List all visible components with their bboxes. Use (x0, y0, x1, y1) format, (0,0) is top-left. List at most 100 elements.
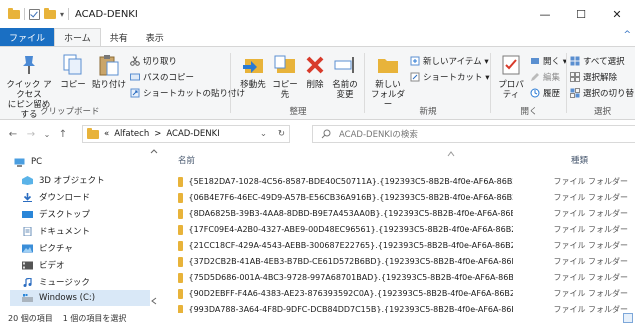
file-type: ファイル フォルダー (553, 289, 628, 298)
search-input[interactable]: ACAD-DENKIの検索 (312, 125, 635, 143)
close-button[interactable]: ✕ (599, 0, 635, 28)
tab-file[interactable]: ファイル (0, 28, 55, 46)
file-row[interactable]: {5E182DA7-1028-4C56-8587-BDE40C50711A}.{… (168, 174, 628, 189)
breadcrumb-overflow[interactable]: « (104, 129, 109, 139)
group-separator (230, 53, 231, 113)
documents-icon (23, 226, 32, 236)
nav-scroll-left-icon[interactable] (148, 295, 160, 307)
rename-button[interactable]: 名前の 変更 (330, 53, 360, 100)
details-view-icon[interactable] (623, 313, 633, 323)
file-type: ファイル フォルダー (553, 241, 628, 250)
invert-selection-icon (570, 88, 580, 98)
move-to-button[interactable]: 移動先 (238, 53, 268, 90)
delete-icon (303, 53, 327, 77)
address-dropdown-icon[interactable]: ⌄ (260, 129, 267, 139)
nav-item-videos[interactable]: ビデオ (22, 257, 65, 273)
copy-to-button[interactable]: コピー先 (270, 53, 300, 100)
address-bar-row: ← → ⌄ ↑ « Alfatech > ACAD-DENKI ⌄ ↻ ACAD… (0, 121, 635, 147)
edit-button[interactable]: 編集 (530, 71, 560, 83)
copy-to-label: コピー先 (272, 80, 298, 100)
clipboard-group-label: クリップボード (40, 107, 100, 117)
minimize-button[interactable]: — (527, 0, 563, 28)
organize-group: 移動先 コピー先 削除 名前の 変更 整理 (234, 49, 362, 119)
collapse-ribbon-icon[interactable]: ^ (623, 30, 631, 40)
file-row[interactable]: {17FC09E4-A2B0-4327-ABE9-00D48EC96561}.{… (168, 222, 628, 237)
history-button[interactable]: 履歴 (530, 87, 560, 99)
nav-item-3d-objects[interactable]: 3D オブジェクト (22, 172, 105, 188)
select-all-button[interactable]: すべて選択 (570, 55, 625, 67)
up-button[interactable]: ↑ (56, 129, 70, 140)
recent-locations-button[interactable]: ⌄ (40, 130, 54, 139)
nav-item-desktop[interactable]: デスクトップ (22, 206, 90, 222)
file-row[interactable]: {90D2EBFF-F4A6-4383-AE23-876393592C0A}.{… (168, 286, 628, 301)
select-none-icon (570, 72, 580, 82)
easy-access-button[interactable]: ショートカット ▾ (410, 71, 489, 83)
file-row[interactable]: {06B4E7F6-46EC-49D9-A57B-E56CB36A916B}.{… (168, 190, 628, 205)
tab-home[interactable]: ホーム (54, 28, 101, 46)
clipboard-group: クイック アクセス にピン留めする コピー 貼り付け 切り取り パスのコピー シ… (0, 49, 245, 120)
status-bar: 20 個の項目 1 個の項目を選択 (0, 313, 635, 324)
select-none-label: 選択解除 (583, 73, 618, 83)
delete-label: 削除 (306, 80, 324, 90)
folder-icon[interactable] (8, 7, 20, 19)
maximize-button[interactable]: ☐ (563, 0, 599, 28)
copy-label: コピー (60, 80, 86, 90)
file-name: {75D5D686-001A-4BC3-9728-997A68701BAD}.{… (188, 273, 514, 282)
cut-button[interactable]: 切り取り (130, 55, 177, 67)
file-row[interactable]: {21CC18CF-429A-4543-AEBB-300687E22765}.{… (168, 238, 628, 253)
invert-selection-button[interactable]: 選択の切り替え (570, 87, 635, 99)
nav-item-documents[interactable]: ドキュメント (22, 223, 90, 239)
quick-access-dropdown-icon[interactable]: ▾ (60, 10, 64, 19)
refresh-icon[interactable]: ↻ (278, 129, 285, 139)
select-none-button[interactable]: 選択解除 (570, 71, 617, 83)
nav-scrollbar[interactable] (149, 147, 159, 295)
copy-path-button[interactable]: パスのコピー (130, 71, 194, 83)
nav-item-downloads[interactable]: ダウンロード (22, 189, 90, 205)
file-name: {06B4E7F6-46EC-49D9-A57B-E56CB36A916B}.{… (188, 193, 513, 202)
new-item-icon (410, 56, 420, 66)
copy-button[interactable]: コピー (58, 53, 88, 90)
properties-icon (499, 53, 523, 77)
file-type: ファイル フォルダー (553, 225, 628, 234)
cut-label: 切り取り (143, 57, 178, 67)
sort-ascending-icon (447, 151, 455, 157)
nav-item-windows-c[interactable]: Windows (C:) (10, 290, 150, 306)
separator (24, 8, 25, 20)
delete-button[interactable]: 削除 (302, 53, 328, 90)
move-to-label: 移動先 (240, 80, 266, 90)
new-folder-button[interactable]: 新しい フォルダー (370, 53, 406, 110)
shortcut-icon (410, 72, 420, 82)
window-title: ACAD-DENKI (75, 8, 138, 20)
column-header-name[interactable]: 名前 (178, 151, 478, 169)
search-placeholder: ACAD-DENKIの検索 (339, 130, 418, 140)
file-type: ファイル フォルダー (553, 273, 628, 282)
address-box[interactable]: « Alfatech > ACAD-DENKI ⌄ ↻ (82, 125, 290, 143)
copy-path-icon (130, 73, 140, 81)
3d-objects-icon (22, 175, 33, 185)
nav-item-pictures[interactable]: ピクチャ (22, 240, 73, 256)
column-header-type[interactable]: 種類 (571, 151, 588, 169)
drive-icon (22, 293, 33, 302)
nav-item-music[interactable]: ミュージック (22, 274, 90, 290)
file-row[interactable]: {8DA6825B-39B3-4AA8-8DBD-B9E7A453AA0B}.{… (168, 206, 628, 221)
copy-path-label: パスのコピー (143, 73, 195, 83)
forward-button[interactable]: → (24, 129, 38, 140)
tab-view[interactable]: 表示 (137, 28, 173, 46)
new-item-button[interactable]: 新しいアイテム ▾ (410, 55, 489, 67)
nav-item-pc[interactable]: PC (14, 154, 42, 170)
back-button[interactable]: ← (6, 129, 20, 140)
breadcrumb-alfatech[interactable]: Alfatech (114, 129, 149, 139)
select-group: すべて選択 選択解除 選択の切り替え 選択 (570, 49, 635, 119)
paste-button[interactable]: 貼り付け (92, 53, 126, 90)
file-row[interactable]: {75D5D686-001A-4BC3-9728-997A68701BAD}.{… (168, 270, 628, 285)
new-folder-icon[interactable] (44, 7, 56, 19)
file-row[interactable]: {37D2CB2B-41AB-4EB3-B7BD-CE61D572B6BD}.{… (168, 254, 628, 269)
open-button[interactable]: 開く ▾ (530, 55, 567, 67)
properties-check-icon[interactable] (29, 8, 40, 20)
breadcrumb-acad-denki[interactable]: ACAD-DENKI (166, 129, 219, 139)
new-group-label: 新規 (419, 107, 437, 117)
file-type: ファイル フォルダー (553, 193, 628, 202)
properties-button[interactable]: プロパティ (494, 53, 528, 100)
tab-share[interactable]: 共有 (101, 28, 137, 46)
paste-shortcut-button[interactable]: ショートカットの貼り付け (130, 87, 245, 99)
